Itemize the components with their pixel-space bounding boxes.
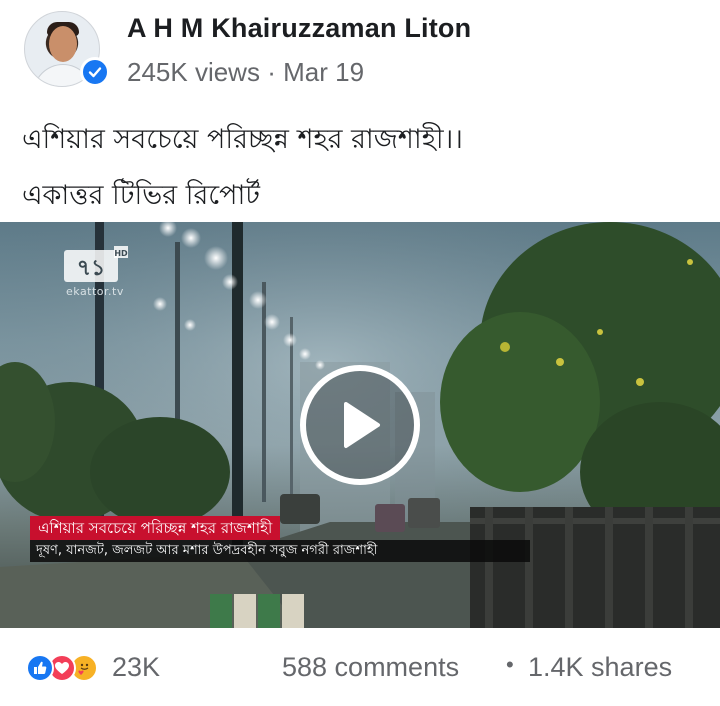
channel-site: ekattor.tv	[66, 285, 124, 298]
reaction-icons[interactable]	[26, 654, 106, 684]
author-name[interactable]: A H M Khairuzzaman Liton	[127, 13, 471, 44]
post-footer: 23K 588 comments • 1.4K shares	[0, 628, 720, 706]
comments-count[interactable]: 588 comments	[282, 652, 459, 683]
reaction-count[interactable]: 23K	[112, 652, 160, 683]
play-icon	[344, 402, 380, 448]
shares-count[interactable]: 1.4K shares	[528, 652, 672, 683]
caption-line: একাত্তর টিভির রিপোর্ট	[22, 180, 261, 211]
verified-badge-icon	[80, 57, 110, 87]
channel-logo: ৭১ HD	[64, 246, 128, 286]
video-subheadline: দূষণ, যানজট, জলজট আর মশার উপদ্রবহীন সবুজ…	[30, 540, 530, 562]
post-caption: এশিয়ার সবচেয়ে পরিচ্ছন্ন শহর রাজশাহী।। …	[22, 112, 702, 224]
play-button[interactable]	[300, 365, 420, 485]
view-count: 245K views	[127, 57, 260, 87]
footer-separator: •	[506, 652, 514, 677]
meta-separator: ·	[267, 57, 276, 87]
caption-line: এশিয়ার সবচেয়ে পরিচ্ছন্ন শহর রাজশাহী।।	[22, 124, 463, 155]
video-player[interactable]: ৭১ HD ekattor.tv এশিয়ার সবচেয়ে পরিচ্ছন…	[0, 222, 720, 628]
post-date[interactable]: Mar 19	[283, 57, 364, 87]
channel-hd-label: HD	[114, 249, 128, 258]
post-header: A H M Khairuzzaman Liton 245K views · Ma…	[0, 0, 720, 100]
like-reaction-icon	[26, 654, 54, 682]
channel-logo-text: ৭১	[77, 256, 106, 281]
author-avatar[interactable]	[24, 11, 110, 97]
video-headline: এশিয়ার সবচেয়ে পরিচ্ছন্ন শহর রাজশাহী	[30, 516, 281, 540]
post-meta: 245K views · Mar 19	[127, 57, 364, 88]
